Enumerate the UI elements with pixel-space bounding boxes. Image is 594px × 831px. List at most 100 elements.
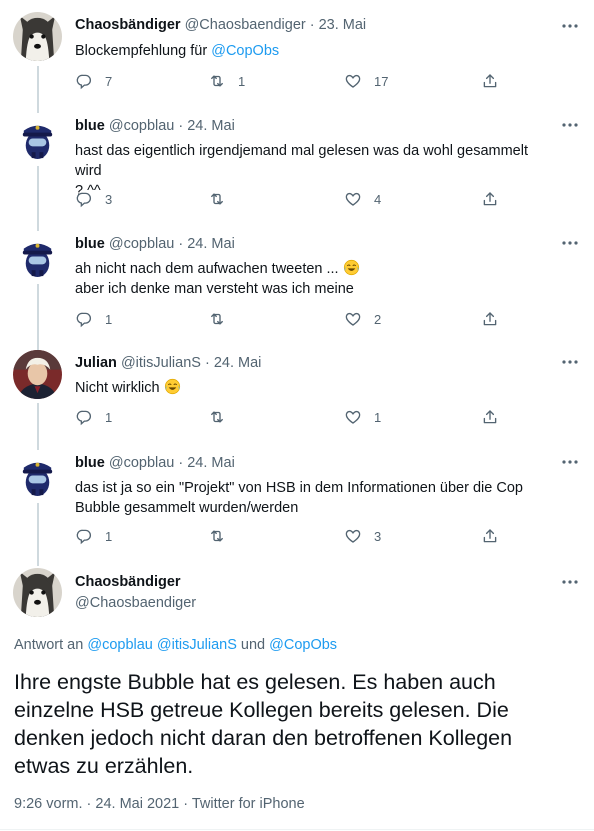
tweet-header: blue @copblau · 24. Mai [75, 455, 235, 471]
more-icon[interactable] [560, 452, 580, 472]
more-icon[interactable] [560, 16, 580, 36]
like-button[interactable]: 4 [344, 190, 381, 208]
avatar[interactable] [13, 12, 62, 61]
author-name[interactable]: blue [75, 455, 105, 471]
reply-button[interactable]: 3 [75, 190, 112, 208]
tweet-header: blue @copblau · 24. Mai [75, 118, 235, 134]
main-author-name[interactable]: Chaosbändiger [75, 574, 181, 590]
tweet-date[interactable]: · 24. Mai [178, 236, 234, 252]
reply-to-line: Antwort an @copblau @itisJulianS und @Co… [14, 637, 337, 653]
main-author-handle[interactable]: @Chaosbaendiger [75, 595, 196, 611]
author-handle[interactable]: @copblau [109, 118, 175, 134]
avatar[interactable] [13, 113, 62, 162]
reply-button[interactable]: 7 [75, 72, 112, 90]
more-icon[interactable] [560, 115, 580, 135]
share-button[interactable] [481, 408, 499, 426]
author-name[interactable]: Julian [75, 355, 117, 371]
thread-line [37, 503, 39, 566]
like-count: 1 [374, 409, 382, 425]
mention-link[interactable]: @CopObs [211, 43, 279, 59]
author-name[interactable]: blue [75, 118, 105, 134]
tweet-4[interactable]: Julian @itisJulianS · 24. Mai Nicht wirk… [0, 350, 594, 450]
like-count: 17 [374, 73, 389, 89]
author-handle[interactable]: @Chaosbaendiger [185, 17, 306, 33]
reply-to-und: und [236, 637, 270, 653]
share-button[interactable] [481, 527, 499, 545]
main-tweet-text: Ihre engste Bubble hat es gelesen. Es ha… [14, 670, 513, 778]
retweet-button[interactable] [208, 310, 238, 328]
author-handle[interactable]: @copblau [109, 236, 175, 252]
like-icon [344, 72, 362, 90]
like-count: 2 [374, 311, 382, 327]
share-icon [481, 72, 499, 90]
tweet-3[interactable]: blue @copblau · 24. Mai ah nicht nach de… [0, 231, 594, 350]
tweet-date[interactable]: · 24. Mai [205, 355, 261, 371]
retweet-icon [208, 408, 226, 426]
reply-icon [75, 190, 93, 208]
tweet-date[interactable]: · 24. Mai [178, 455, 234, 471]
thread-line [37, 166, 39, 231]
tweet-actions: 1 3 [75, 527, 505, 547]
reply-count: 7 [105, 73, 113, 89]
tweet-text-line: Bubble gesammelt wurden/werden [75, 500, 299, 516]
retweet-icon [208, 190, 226, 208]
tweet-text-line: das ist ja so ein "Projekt" von HSB in d… [75, 480, 523, 496]
reply-icon [75, 310, 93, 328]
author-handle[interactable]: @copblau [109, 455, 175, 471]
tweet-text-line: hast das eigentlich irgendjemand mal gel… [75, 143, 528, 179]
retweet-button[interactable]: 1 [208, 72, 245, 90]
retweet-button[interactable] [208, 527, 238, 545]
mention-link[interactable]: @CopObs [269, 637, 337, 653]
more-icon[interactable] [560, 352, 580, 372]
reply-button[interactable]: 1 [75, 527, 112, 545]
reply-to-prefix: Antwort an [14, 637, 88, 653]
tweet-text-line-content: ah nicht nach dem aufwachen tweeten ... [75, 261, 343, 277]
author-handle[interactable]: @itisJulianS [121, 355, 201, 371]
main-avatar[interactable] [13, 568, 62, 617]
tweet-2[interactable]: blue @copblau · 24. Mai hast das eigentl… [0, 113, 594, 231]
like-button[interactable]: 17 [344, 72, 388, 90]
retweet-icon [208, 527, 226, 545]
like-button[interactable]: 3 [344, 527, 381, 545]
reply-icon [75, 408, 93, 426]
retweet-button[interactable] [208, 408, 238, 426]
share-button[interactable] [481, 72, 499, 90]
share-icon [481, 408, 499, 426]
tweet-date[interactable]: · 23. Mai [310, 17, 366, 33]
avatar[interactable] [13, 350, 62, 399]
author-name[interactable]: Chaosbändiger [75, 17, 181, 33]
tweet-actions: 1 1 [75, 408, 505, 428]
tweet-header: Chaosbändiger @Chaosbaendiger · 23. Mai [75, 17, 366, 33]
tweet-timestamp[interactable]: 9:26 vorm. · 24. Mai 2021 · Twitter for … [14, 796, 305, 812]
tweet-text-line: ah nicht nach dem aufwachen tweeten ... [75, 259, 554, 279]
tears-of-joy-emoji [343, 259, 360, 276]
reply-count: 1 [105, 311, 113, 327]
cop-avatar-image [13, 113, 62, 162]
tweet-1[interactable]: Chaosbändiger @Chaosbaendiger · 23. Mai … [0, 0, 594, 113]
reply-button[interactable]: 1 [75, 310, 112, 328]
cop-avatar-image [13, 450, 62, 499]
share-button[interactable] [481, 190, 499, 208]
like-icon [344, 190, 362, 208]
avatar[interactable] [13, 450, 62, 499]
divider [0, 829, 594, 830]
husky-avatar-image [13, 568, 62, 617]
tweet-text: Nicht wirklich [75, 378, 554, 398]
thread-line [37, 284, 39, 350]
tweet-date[interactable]: · 24. Mai [178, 118, 234, 134]
share-button[interactable] [481, 310, 499, 328]
reply-count: 1 [105, 528, 113, 544]
author-name[interactable]: blue [75, 236, 105, 252]
mention-link[interactable]: @itisJulianS [157, 637, 237, 653]
retweet-button[interactable] [208, 190, 238, 208]
like-button[interactable]: 2 [344, 310, 381, 328]
more-icon[interactable] [560, 572, 580, 592]
avatar[interactable] [13, 231, 62, 280]
mention-link[interactable]: @copblau [87, 637, 153, 653]
tweet-actions: 7 1 17 [75, 72, 505, 92]
share-icon [481, 190, 499, 208]
like-button[interactable]: 1 [344, 408, 381, 426]
more-icon[interactable] [560, 233, 580, 253]
tweet-5[interactable]: blue @copblau · 24. Mai das ist ja so ei… [0, 450, 594, 566]
reply-button[interactable]: 1 [75, 408, 112, 426]
